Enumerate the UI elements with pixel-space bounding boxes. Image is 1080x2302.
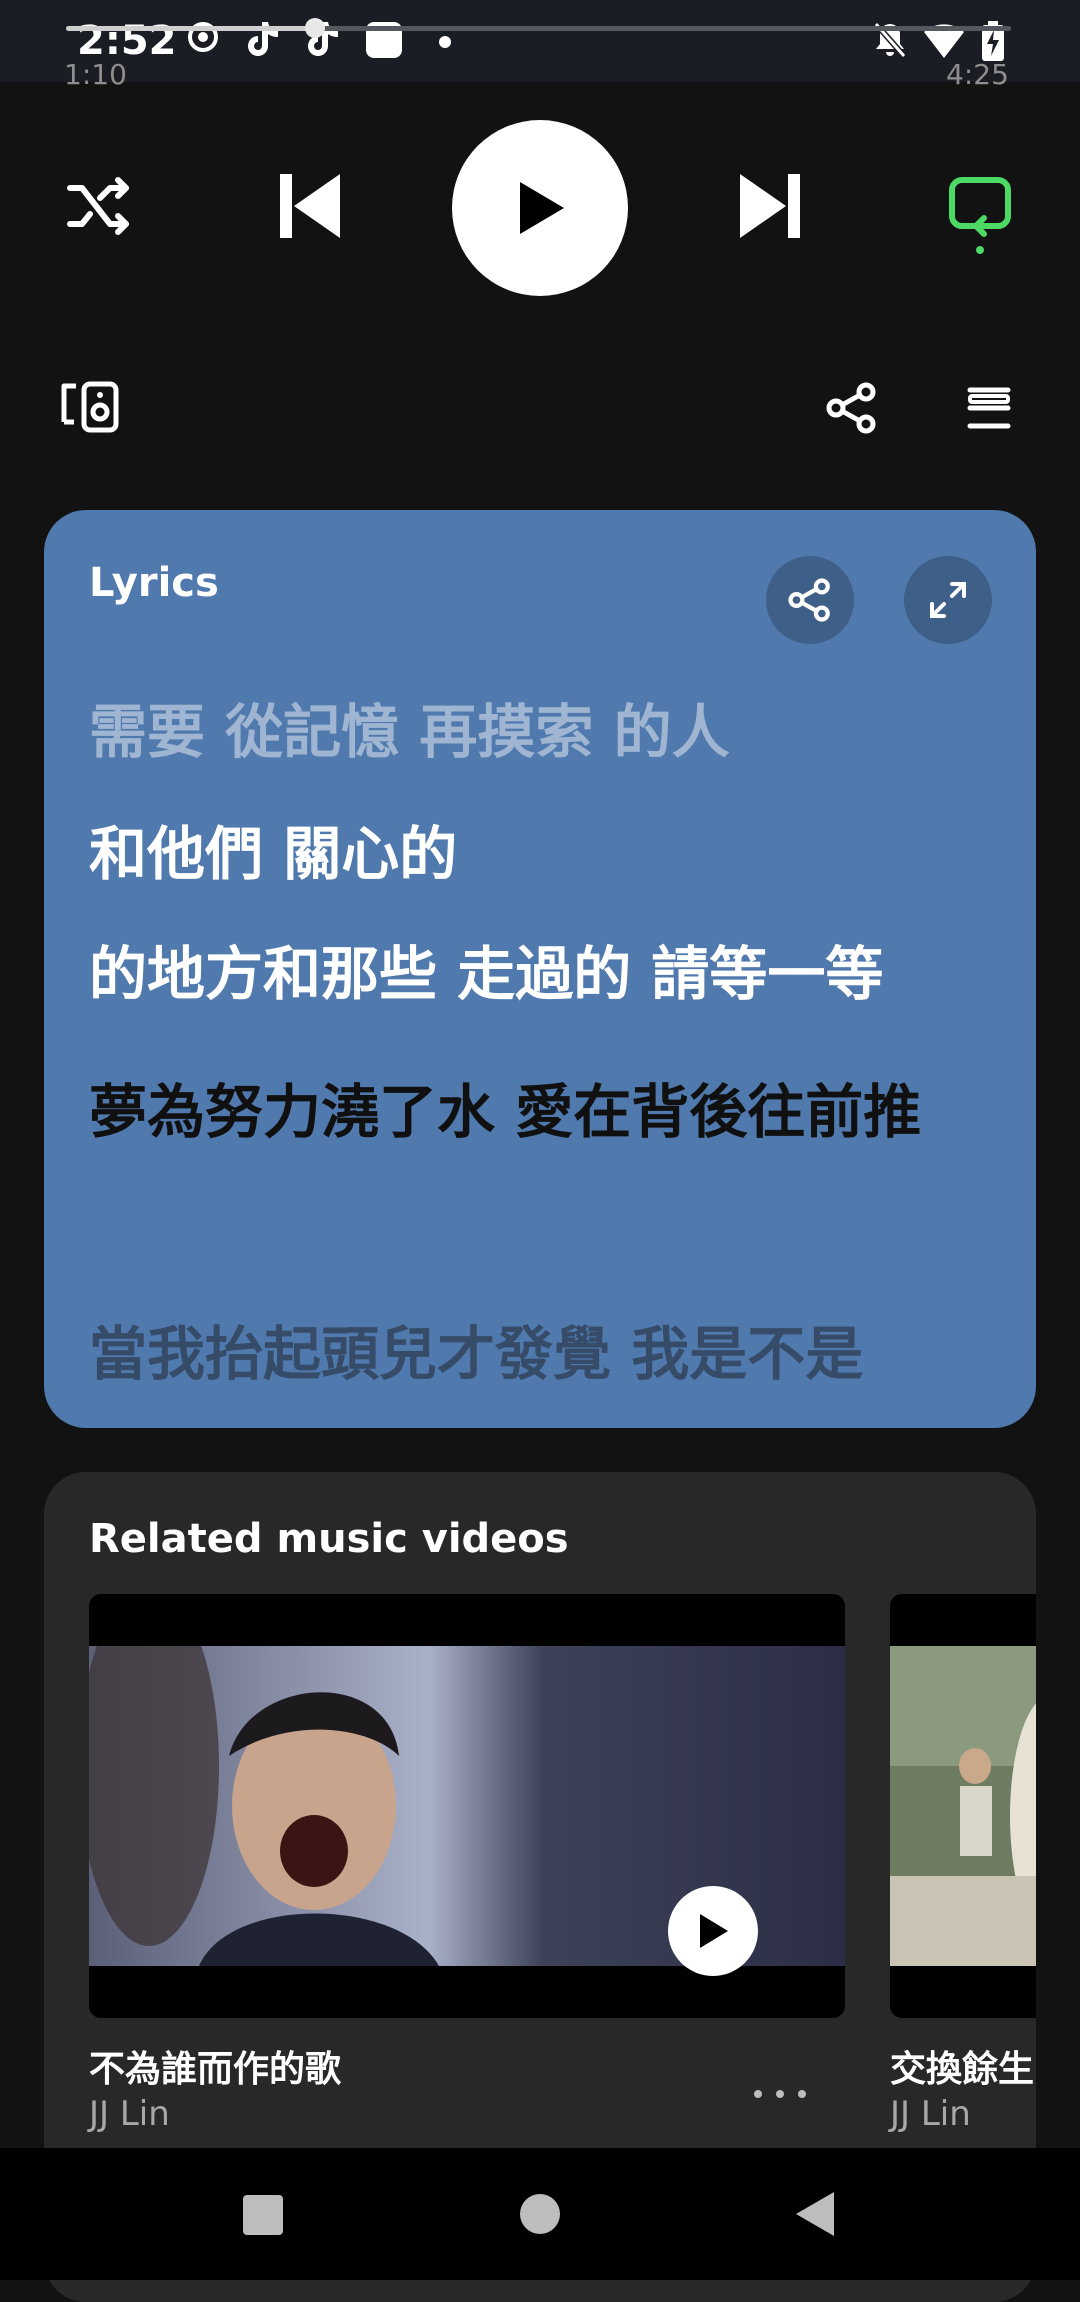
recents-icon[interactable] xyxy=(242,2194,284,2236)
total-duration: 4:25 xyxy=(946,58,1009,91)
lyrics-title: Lyrics xyxy=(89,560,219,606)
related-videos-title: Related music videos xyxy=(89,1516,569,1562)
share-icon[interactable] xyxy=(826,382,878,434)
play-icon xyxy=(700,1914,728,1948)
video-artist[interactable]: JJ Lin xyxy=(890,2094,971,2134)
more-options-icon[interactable] xyxy=(752,2086,808,2102)
lyric-line[interactable]: 需要 從記憶 再摸索 的人 xyxy=(89,686,1009,778)
expand-icon xyxy=(930,582,966,618)
play-button[interactable] xyxy=(452,120,628,296)
elapsed-time: 1:10 xyxy=(64,58,127,91)
video-title[interactable]: 不為誰而作的歌 xyxy=(89,2040,341,2092)
play-icon xyxy=(520,182,564,234)
repeat-icon[interactable] xyxy=(948,176,1012,256)
previous-icon[interactable] xyxy=(278,172,342,240)
shuffle-icon[interactable] xyxy=(66,176,134,236)
video-artist[interactable]: JJ Lin xyxy=(89,2094,170,2134)
home-icon[interactable] xyxy=(518,2192,562,2236)
queue-icon[interactable] xyxy=(966,384,1012,432)
video-title[interactable]: 交換餘生 xyxy=(890,2040,1036,2092)
video-play-button[interactable] xyxy=(668,1886,758,1976)
cast-devices-icon[interactable] xyxy=(60,380,120,434)
lyric-line[interactable]: 的地方和那些 走過的 請等一等 xyxy=(89,928,1009,1020)
share-lyrics-button[interactable] xyxy=(766,556,854,644)
seek-bar-progress xyxy=(66,26,316,31)
back-icon[interactable] xyxy=(794,2190,836,2238)
lyric-line[interactable]: 和他們 關心的 xyxy=(89,808,1009,900)
share-icon xyxy=(788,578,830,622)
expand-lyrics-button[interactable] xyxy=(904,556,992,644)
lyric-line-current[interactable]: 夢為努力澆了水 愛在背後往前推 xyxy=(89,1066,1009,1158)
video-thumbnail-image xyxy=(890,1646,1036,1966)
lyric-line[interactable]: 當我抬起頭兒才發覺 我是不是 xyxy=(89,1308,1009,1400)
next-icon[interactable] xyxy=(738,172,802,240)
lyrics-card[interactable]: Lyrics 需要 從記憶 再摸索 的人 和他們 關心的 的地方和那些 走過的 … xyxy=(44,510,1036,1428)
video-thumbnail[interactable] xyxy=(890,1594,1036,2018)
